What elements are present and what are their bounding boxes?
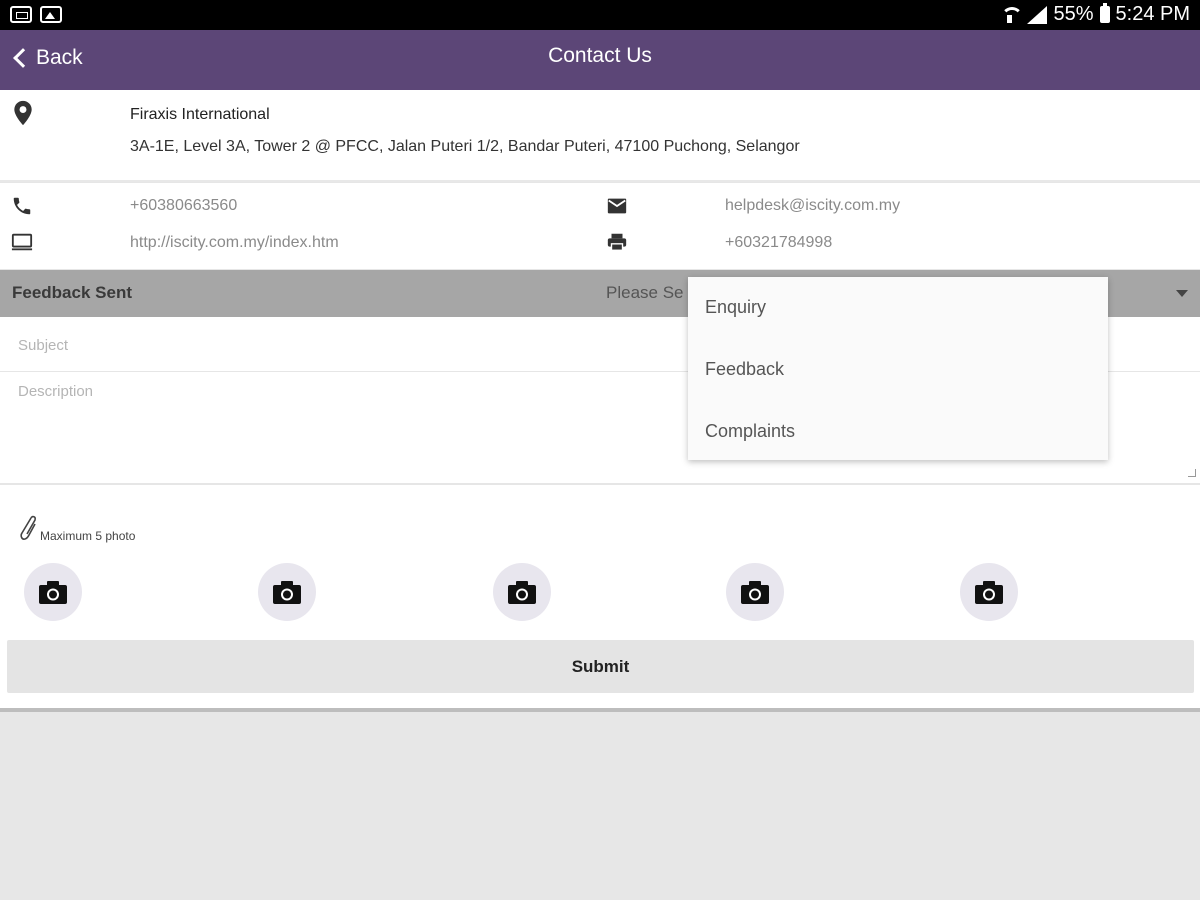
app-header: Back Contact Us bbox=[0, 30, 1200, 90]
camera-icon bbox=[273, 581, 301, 604]
paperclip-icon bbox=[20, 515, 36, 540]
empty-area bbox=[0, 712, 1200, 900]
phone-icon bbox=[13, 197, 31, 215]
category-dropdown-menu: Enquiry Feedback Complaints bbox=[688, 277, 1108, 460]
add-photo-button-2[interactable] bbox=[258, 563, 316, 621]
email-address[interactable]: helpdesk@iscity.com.my bbox=[725, 197, 900, 215]
add-photo-button-4[interactable] bbox=[726, 563, 784, 621]
location-pin-icon bbox=[14, 100, 32, 126]
printer-icon bbox=[607, 233, 627, 251]
battery-icon bbox=[1099, 3, 1110, 23]
fax-number: +60321784998 bbox=[725, 234, 833, 251]
resize-handle[interactable] bbox=[1188, 469, 1196, 477]
contact-info: +60380663560 helpdesk@iscity.com.my http… bbox=[0, 183, 1200, 269]
website-url[interactable]: http://iscity.com.my/index.htm bbox=[130, 234, 339, 252]
company-address: 3A-1E, Level 3A, Tower 2 @ PFCC, Jalan P… bbox=[130, 138, 800, 155]
battery-percent: 55% bbox=[1053, 3, 1094, 25]
address-section: Firaxis International 3A-1E, Level 3A, T… bbox=[0, 90, 1200, 182]
mail-icon bbox=[607, 198, 627, 214]
signal-icon bbox=[1027, 5, 1048, 24]
phone-number[interactable]: +60380663560 bbox=[130, 197, 237, 215]
dropdown-option-enquiry[interactable]: Enquiry bbox=[705, 297, 766, 318]
submit-button[interactable]: Submit bbox=[7, 640, 1194, 693]
image-notification-icon bbox=[40, 6, 62, 23]
subject-placeholder: Subject bbox=[18, 337, 69, 354]
add-photo-button-5[interactable] bbox=[960, 563, 1018, 621]
add-photo-button-1[interactable] bbox=[24, 563, 82, 621]
monitor-icon bbox=[11, 233, 33, 251]
dropdown-option-feedback[interactable]: Feedback bbox=[705, 359, 784, 380]
feedback-title: Feedback Sent bbox=[12, 283, 132, 302]
chevron-down-icon[interactable] bbox=[1176, 290, 1188, 297]
wifi-icon bbox=[999, 5, 1024, 25]
camera-icon bbox=[741, 581, 769, 604]
description-placeholder: Description bbox=[18, 383, 94, 400]
camera-icon bbox=[508, 581, 536, 604]
clock: 5:24 PM bbox=[1115, 3, 1190, 25]
page-title: Contact Us bbox=[548, 44, 652, 67]
camera-icon bbox=[975, 581, 1003, 604]
add-photo-button-3[interactable] bbox=[493, 563, 551, 621]
vm-notification-icon bbox=[10, 6, 32, 23]
company-name: Firaxis International bbox=[130, 106, 270, 123]
category-select[interactable]: Please Se bbox=[606, 283, 684, 303]
camera-icon bbox=[39, 581, 67, 604]
dropdown-option-complaints[interactable]: Complaints bbox=[705, 421, 795, 442]
status-bar: 55% 5:24 PM bbox=[0, 0, 1200, 30]
attachment-info: Maximum 5 photo bbox=[16, 513, 135, 543]
attachment-limit: Maximum 5 photo bbox=[40, 529, 136, 543]
